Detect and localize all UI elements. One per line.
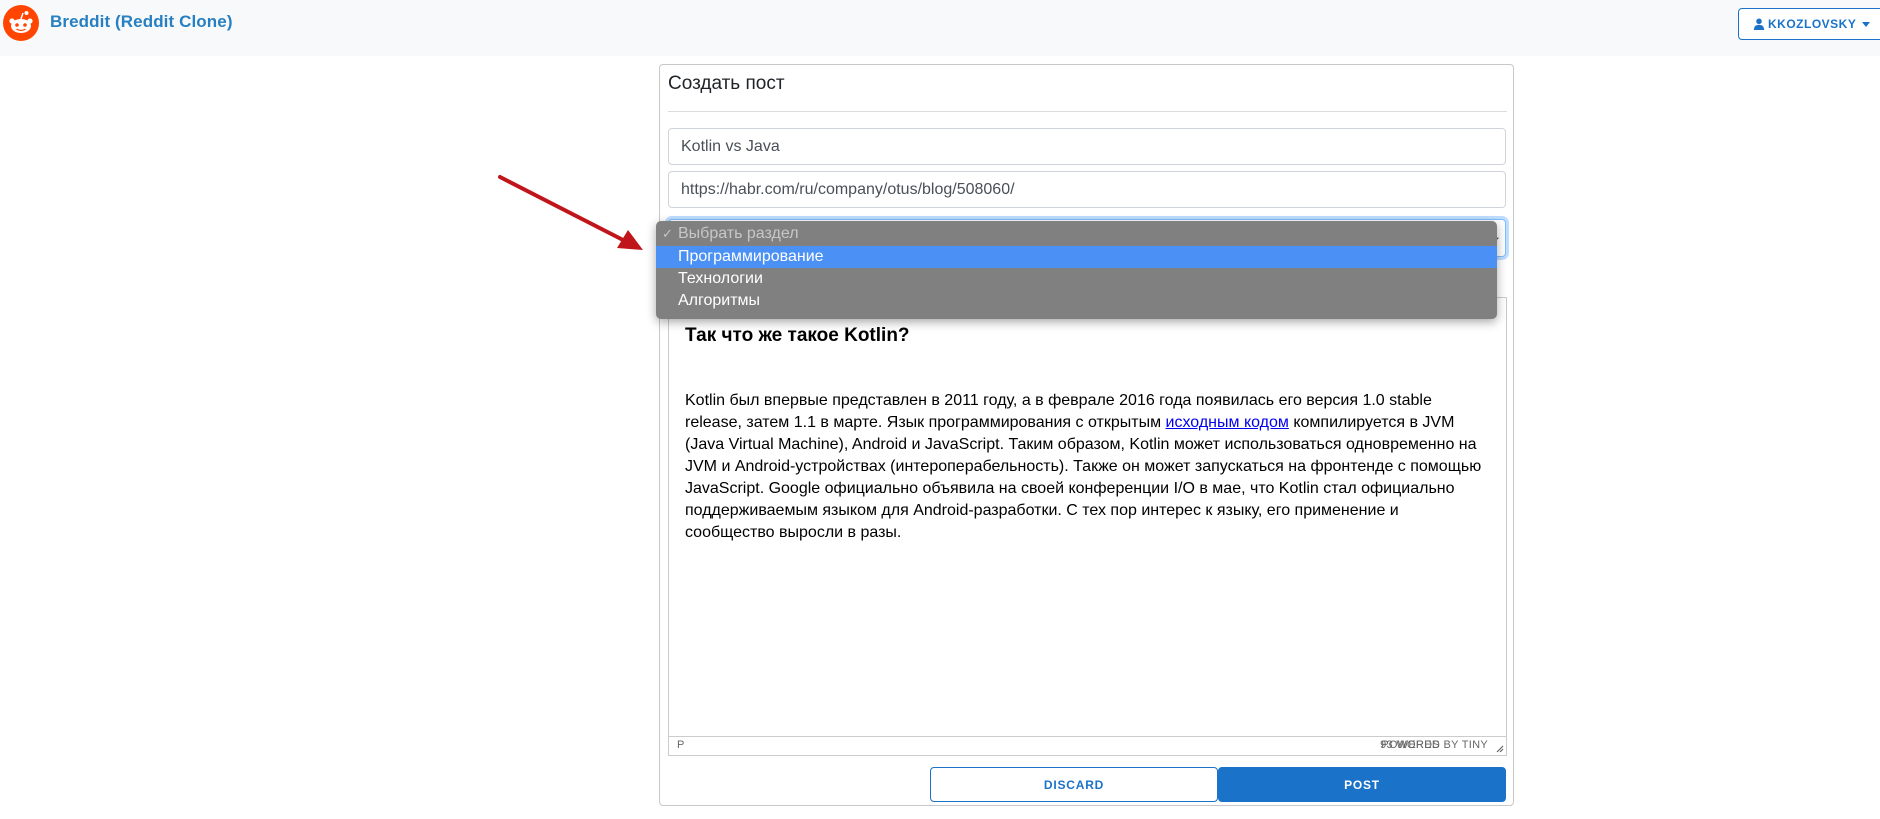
option-label: Программирование	[678, 248, 824, 265]
dropdown-option-algorithms[interactable]: Алгоритмы	[656, 290, 1497, 312]
discard-button[interactable]: DISCARD	[930, 767, 1218, 802]
user-menu-button[interactable]: KKOZLOVSKY	[1738, 8, 1880, 40]
annotation-arrow-icon	[498, 175, 643, 250]
post-button[interactable]: POST	[1218, 767, 1506, 802]
source-code-link[interactable]: исходным кодом	[1166, 414, 1289, 431]
dropdown-option-programming[interactable]: Программирование	[656, 246, 1497, 268]
create-post-card: Создать пост Kotlin vs Java https://habr…	[659, 64, 1514, 806]
resize-handle-icon[interactable]	[1496, 745, 1504, 753]
post-url-input[interactable]: https://habr.com/ru/company/otus/blog/50…	[668, 171, 1506, 208]
paragraph-text-end: компилируется в JVM (Java Virtual Machin…	[685, 414, 1482, 541]
editor-paragraph: Kotlin был впервые представлен в 2011 го…	[685, 390, 1491, 544]
powered-by-link[interactable]: POWERED BY TINY	[1381, 739, 1488, 751]
editor-body[interactable]: Так что же такое Kotlin? Kotlin был впер…	[685, 324, 1491, 544]
option-label: Выбрать раздел	[678, 225, 799, 242]
user-menu-label: KKOZLOVSKY	[1768, 17, 1857, 31]
option-label: Технологии	[678, 270, 763, 287]
dropdown-option-technology[interactable]: Технологии	[656, 268, 1497, 290]
dropdown-option-placeholder[interactable]: ✓ Выбрать раздел	[656, 223, 1497, 245]
subreddit-dropdown-menu: ✓ Выбрать раздел Программирование Технол…	[656, 221, 1497, 319]
navbar: Breddit (Reddit Clone) KKOZLOVSKY	[0, 0, 1880, 56]
editor-statusbar: P 93 WORDS POWERED BY TINY	[669, 736, 1506, 755]
element-path[interactable]: P	[677, 739, 684, 751]
rich-text-editor[interactable]: Так что же такое Kotlin? Kotlin был впер…	[668, 297, 1507, 756]
divider	[668, 111, 1507, 112]
post-title-input[interactable]: Kotlin vs Java	[668, 128, 1506, 165]
checkmark-icon: ✓	[662, 226, 673, 241]
caret-down-icon	[1862, 21, 1871, 27]
option-label: Алгоритмы	[678, 292, 761, 309]
card-title: Создать пост	[668, 73, 785, 94]
brand-link[interactable]: Breddit (Reddit Clone)	[50, 12, 233, 32]
reddit-alien-icon[interactable]	[3, 5, 39, 41]
person-icon	[1753, 18, 1765, 30]
editor-heading: Так что же такое Kotlin?	[685, 325, 910, 346]
